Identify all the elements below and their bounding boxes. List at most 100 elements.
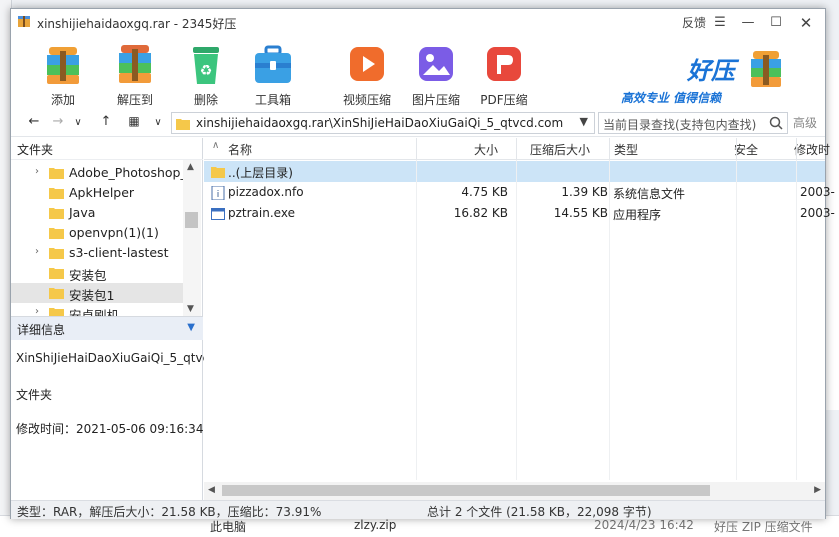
- search-input[interactable]: 当前目录查找(支持包内查找): [598, 112, 788, 134]
- file-list-header: ∧ 名称 大小 压缩后大小 类型 安全 修改时: [204, 138, 830, 160]
- app-logo-icon: [18, 16, 30, 27]
- file-list: ∧ 名称 大小 压缩后大小 类型 安全 修改时 ..(上层目录) i pizzadox.nfo 4…: [204, 138, 835, 500]
- tree-item[interactable]: › 安卓刷机: [11, 303, 183, 316]
- folder-icon: [49, 208, 64, 219]
- toolbox-button[interactable]: 工具箱: [241, 41, 305, 108]
- video-compress-button[interactable]: 视频压缩: [335, 41, 399, 108]
- details-type: 文件夹: [16, 388, 53, 402]
- column-header-size[interactable]: 大小: [474, 141, 498, 158]
- chevron-down-icon[interactable]: ▼: [187, 322, 195, 333]
- column-separator[interactable]: [416, 138, 417, 160]
- tree-item[interactable]: Java: [11, 203, 183, 223]
- table-row[interactable]: pztrain.exe 16.82 KB 14.55 KB 应用程序 2003-: [204, 203, 835, 224]
- folder-up-icon: [211, 167, 225, 178]
- folder-icon: [49, 228, 64, 239]
- tree-item[interactable]: 安装包: [11, 263, 183, 283]
- toolbox-icon: [255, 45, 291, 83]
- background-window-right: [825, 60, 839, 410]
- horizontal-scrollbar-thumb[interactable]: [222, 485, 710, 496]
- scroll-down-icon[interactable]: ▼: [187, 304, 194, 314]
- column-gridline: [416, 160, 417, 480]
- cell-type: 应用程序: [613, 208, 662, 222]
- cell-name: ..(上层目录): [228, 166, 293, 180]
- folder-icon: [49, 188, 64, 199]
- column-separator[interactable]: [736, 138, 737, 160]
- folder-panel-header: 文件夹: [11, 138, 203, 160]
- details-header[interactable]: 详细信息 ▼: [11, 316, 203, 340]
- cell-name: pztrain.exe: [228, 206, 295, 220]
- extract-button[interactable]: 解压到: [103, 41, 167, 108]
- delete-button-label: 删除: [193, 93, 218, 107]
- column-header-name[interactable]: 名称: [228, 141, 252, 158]
- add-button-label: 添加: [50, 93, 75, 107]
- search-icon[interactable]: [769, 116, 783, 130]
- scroll-left-icon[interactable]: ◀: [208, 485, 215, 495]
- image-compress-icon: [419, 47, 453, 81]
- cell-packed: 14.55 KB: [553, 206, 608, 220]
- image-compress-button[interactable]: 图片压缩: [404, 41, 468, 108]
- folder-icon: [49, 168, 64, 179]
- chevron-right-icon[interactable]: ›: [35, 306, 39, 316]
- up-arrow-icon[interactable]: ↑: [97, 114, 115, 129]
- tree-item[interactable]: ApkHelper: [11, 183, 183, 203]
- feedback-button[interactable]: 反馈: [681, 13, 707, 33]
- view-dropdown-icon[interactable]: ∨: [149, 117, 167, 128]
- scroll-right-icon[interactable]: ▶: [814, 485, 821, 495]
- pdf-compress-label: PDF压缩: [480, 93, 528, 107]
- path-text: xinshijiehaidaoxgq.rar\XinShiJieHaiDaoXi…: [196, 116, 564, 130]
- minimize-button[interactable]: —: [739, 13, 757, 33]
- table-row[interactable]: ..(上层目录): [204, 161, 825, 182]
- folder-icon: [49, 308, 64, 316]
- pdf-compress-button[interactable]: PDF压缩: [472, 41, 536, 108]
- status-archive-info: 类型：RAR，解压后大小：21.58 KB，压缩比：73.91%: [17, 505, 322, 519]
- delete-icon: ♻: [193, 47, 219, 84]
- details-modified: 修改时间：2021-05-06 09:16:34: [16, 422, 204, 436]
- status-total: 总计 2 个文件 (21.58 KB，22,098 字节): [427, 505, 652, 519]
- forward-arrow-icon[interactable]: →: [49, 114, 67, 129]
- folder-icon: [49, 268, 64, 279]
- tree-item[interactable]: 安装包1: [11, 283, 183, 303]
- sort-up-icon[interactable]: ∧: [212, 140, 219, 151]
- column-separator[interactable]: [796, 138, 797, 160]
- horizontal-scrollbar[interactable]: ◀ ▶: [204, 482, 825, 500]
- tree-item[interactable]: openvpn(1)(1): [11, 223, 183, 243]
- column-separator[interactable]: [609, 138, 610, 160]
- tree-item[interactable]: › s3-client-lastest: [11, 243, 183, 263]
- folder-icon: [49, 288, 64, 299]
- chevron-right-icon[interactable]: ›: [35, 166, 39, 177]
- toolbar: 添加 解压到 ♻ 删除 工具箱 视频压缩 图片压缩 PDF压缩 好压 高效专业 …: [11, 35, 825, 107]
- path-dropdown-icon[interactable]: ▼: [580, 115, 588, 128]
- left-panel: 文件夹 › Adobe_Photoshop_ ApkHelper Java openvp…: [11, 138, 246, 500]
- menu-icon[interactable]: ☰: [711, 13, 729, 33]
- window-title: xinshijiehaidaoxgq.rar - 2345好压: [37, 17, 237, 31]
- view-mode-icon[interactable]: ▦: [125, 114, 143, 128]
- column-header-security[interactable]: 安全: [734, 141, 758, 158]
- history-dropdown-icon[interactable]: ∨: [69, 117, 87, 128]
- tree-item-label: ApkHelper: [69, 185, 135, 200]
- navigation-bar: ← → ∨ ↑ ▦ ∨ xinshijiehaidaoxgq.rar\XinSh…: [11, 109, 825, 137]
- maximize-button[interactable]: ☐: [767, 13, 785, 33]
- scroll-up-icon[interactable]: ▲: [187, 162, 194, 172]
- status-bar: 类型：RAR，解压后大小：21.58 KB，压缩比：73.91% 总计 2 个文…: [11, 500, 825, 519]
- tree-scrollbar[interactable]: ▲ ▼: [183, 160, 201, 316]
- tree-item[interactable]: › Adobe_Photoshop_: [11, 163, 187, 183]
- cell-type: 系统信息文件: [613, 187, 686, 201]
- column-header-packed[interactable]: 压缩后大小: [530, 141, 590, 158]
- chevron-right-icon[interactable]: ›: [35, 246, 39, 257]
- advanced-search-button[interactable]: 高级: [793, 114, 817, 131]
- tree-item-label: Adobe_Photoshop_: [69, 165, 187, 180]
- column-header-modified[interactable]: 修改时: [794, 141, 830, 158]
- back-arrow-icon[interactable]: ←: [25, 114, 43, 129]
- tree-scrollbar-thumb[interactable]: [185, 212, 198, 228]
- video-compress-icon: [350, 47, 384, 81]
- folder-icon: [176, 119, 190, 130]
- close-button[interactable]: ✕: [797, 13, 815, 33]
- add-button[interactable]: 添加: [31, 41, 95, 108]
- cell-modified: 2003-: [800, 206, 835, 220]
- cell-packed: 1.39 KB: [561, 185, 608, 199]
- delete-button[interactable]: ♻ 删除: [174, 41, 238, 108]
- path-bar[interactable]: xinshijiehaidaoxgq.rar\XinShiJieHaiDaoXi…: [171, 112, 595, 134]
- table-row[interactable]: i pizzadox.nfo 4.75 KB 1.39 KB 系统信息文件 2003-: [204, 182, 835, 203]
- column-header-type[interactable]: 类型: [614, 141, 638, 158]
- column-separator[interactable]: [516, 138, 517, 160]
